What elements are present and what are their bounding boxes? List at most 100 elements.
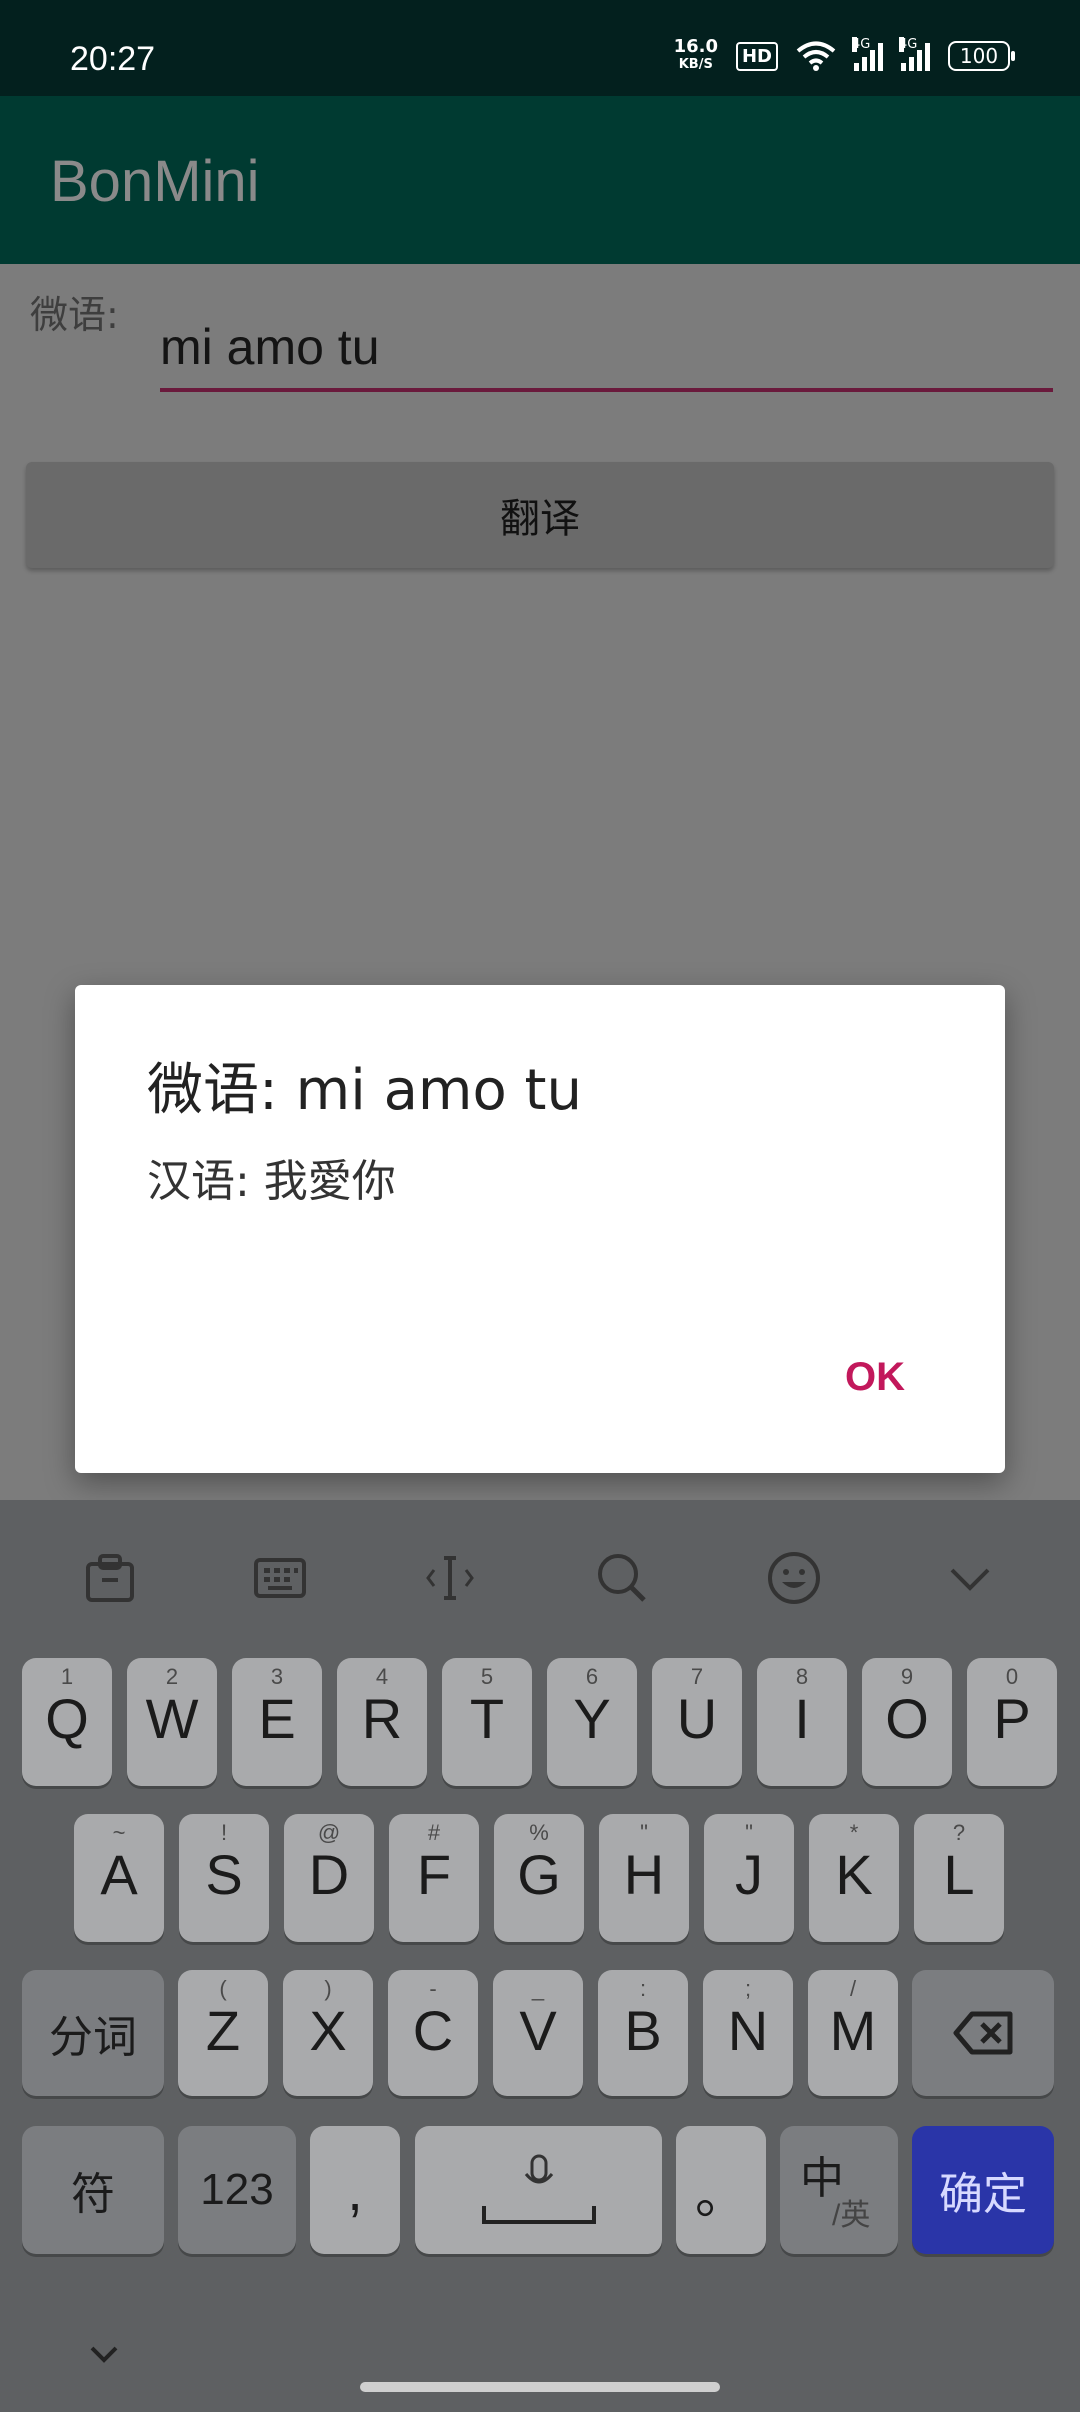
key-m[interactable]: / M <box>808 1970 898 2096</box>
keyboard-toolbar <box>0 1500 1080 1650</box>
wifi-icon <box>796 41 836 71</box>
key-g[interactable]: % G <box>494 1814 584 1942</box>
language-switch-key[interactable]: 中 /英 <box>780 2126 898 2254</box>
space-key[interactable] <box>415 2126 662 2254</box>
comma-key[interactable]: , <box>310 2126 400 2254</box>
key-label: D <box>308 1843 350 1906</box>
key-label: K <box>835 1843 873 1906</box>
status-time: 20:27 <box>70 40 156 78</box>
translate-button[interactable]: 翻译 <box>26 462 1054 568</box>
key-label: F <box>416 1843 452 1906</box>
key-label: O <box>885 1687 929 1750</box>
period-key-label: 。 <box>694 2166 747 2225</box>
key-r[interactable]: 4R <box>337 1658 427 1786</box>
key-a[interactable]: ~ A <box>74 1814 164 1942</box>
key-o[interactable]: 9O <box>862 1658 952 1786</box>
hide-keyboard-icon[interactable] <box>86 2336 122 2372</box>
key-label: S <box>205 1843 243 1906</box>
symbols-key-label: 符 <box>71 2170 115 2219</box>
key-k[interactable]: * K <box>809 1814 899 1942</box>
key-v[interactable]: _ V <box>493 1970 583 2096</box>
key-label: H <box>623 1843 665 1906</box>
key-p[interactable]: 0P <box>967 1658 1057 1786</box>
confirm-key[interactable]: 确定 <box>912 2126 1054 2254</box>
app-bar: BonMini <box>0 96 1080 264</box>
result-dialog: 微语: mi amo tu 汉语: 我愛你 OK <box>75 985 1005 1473</box>
space-bar-icon <box>482 2206 596 2224</box>
comma-key-label: , <box>347 2158 363 2222</box>
cell-signal-icon: 4G <box>852 37 883 71</box>
key-label: B <box>624 1999 662 2062</box>
key-z[interactable]: (Z <box>178 1970 268 2096</box>
search-icon[interactable] <box>592 1548 652 1608</box>
key-label: Z <box>205 1999 241 2062</box>
cell-signal-icon-2: 4G <box>899 37 930 71</box>
key-label: G <box>517 1843 561 1906</box>
dialog-message: 汉语: 我愛你 <box>147 1156 396 1207</box>
keyboard-icon[interactable] <box>250 1548 310 1608</box>
app-title: BonMini <box>50 149 260 214</box>
backspace-icon <box>953 2011 1013 2055</box>
segment-key[interactable]: 分词 <box>22 1970 164 2096</box>
signal-type-label-2: 4G <box>899 37 918 52</box>
key-label: L <box>943 1843 975 1906</box>
battery-level: 100 <box>959 44 999 68</box>
key-t[interactable]: 5T <box>442 1658 532 1786</box>
key-label: P <box>993 1687 1031 1750</box>
key-label: M <box>829 1999 877 2062</box>
key-s[interactable]: ! S <box>179 1814 269 1942</box>
backspace-key[interactable] <box>912 1970 1054 2096</box>
key-label: Y <box>573 1687 611 1750</box>
key-label: T <box>469 1687 505 1750</box>
cursor-icon[interactable] <box>420 1548 480 1608</box>
key-l[interactable]: ? L <box>914 1814 1004 1942</box>
numbers-key[interactable]: 123 <box>178 2126 296 2254</box>
home-indicator[interactable] <box>360 2382 720 2392</box>
network-speed-value: 16.0 <box>673 36 718 57</box>
key-q[interactable]: 1Q <box>22 1658 112 1786</box>
language-key-sub: /英 <box>832 2199 871 2232</box>
key-label: Q <box>45 1687 89 1750</box>
period-key[interactable]: 。 <box>676 2126 766 2254</box>
numbers-key-label: 123 <box>200 2165 274 2214</box>
clipboard-icon[interactable] <box>80 1548 140 1608</box>
key-b[interactable]: :B <box>598 1970 688 2096</box>
key-u[interactable]: 7U <box>652 1658 742 1786</box>
status-bar: 20:27 16.0 KB/S HD 4G 4G 100 <box>0 0 1080 96</box>
microphone-icon <box>524 2154 554 2184</box>
key-e[interactable]: 3E <box>232 1658 322 1786</box>
symbols-key[interactable]: 符 <box>22 2126 164 2254</box>
input-underline <box>160 388 1053 392</box>
dialog-title: 微语: mi amo tu <box>147 1058 582 1123</box>
hd-icon: HD <box>735 41 778 71</box>
network-speed: 16.0 KB/S <box>674 38 718 74</box>
key-label: U <box>676 1687 718 1750</box>
key-x[interactable]: ) X <box>283 1970 373 2096</box>
key-h[interactable]: " H <box>599 1814 689 1942</box>
battery-icon: 100 <box>948 41 1015 71</box>
confirm-key-label: 确定 <box>939 2170 1027 2219</box>
emoji-icon[interactable] <box>764 1548 824 1608</box>
soft-keyboard: 1Q2W3E4R5T6Y7U8I9O0P ~ A! S @ D # F% G " H " J * K? L … <box>0 1500 1080 2412</box>
input-label: 微语: <box>30 293 119 337</box>
key-c[interactable]: -C <box>388 1970 478 2096</box>
status-icons: 16.0 KB/S HD 4G 4G 100 <box>674 37 1015 74</box>
key-d[interactable]: @ D <box>284 1814 374 1942</box>
source-text-input[interactable]: mi amo tu <box>160 318 380 376</box>
key-label: X <box>309 1999 347 2062</box>
key-i[interactable]: 8I <box>757 1658 847 1786</box>
key-label: R <box>361 1687 403 1750</box>
key-label: C <box>412 1999 454 2062</box>
chevron-down-icon[interactable] <box>940 1548 1000 1608</box>
key-label: N <box>727 1999 769 2062</box>
key-w[interactable]: 2W <box>127 1658 217 1786</box>
ok-button[interactable]: OK <box>845 1355 905 1400</box>
key-f[interactable]: # F <box>389 1814 479 1942</box>
key-label: A <box>100 1843 138 1906</box>
key-y[interactable]: 6Y <box>547 1658 637 1786</box>
key-n[interactable]: ; N <box>703 1970 793 2096</box>
segment-key-label: 分词 <box>49 2013 137 2062</box>
key-j[interactable]: " J <box>704 1814 794 1942</box>
key-label: V <box>519 1999 557 2062</box>
key-label: W <box>145 1687 199 1750</box>
